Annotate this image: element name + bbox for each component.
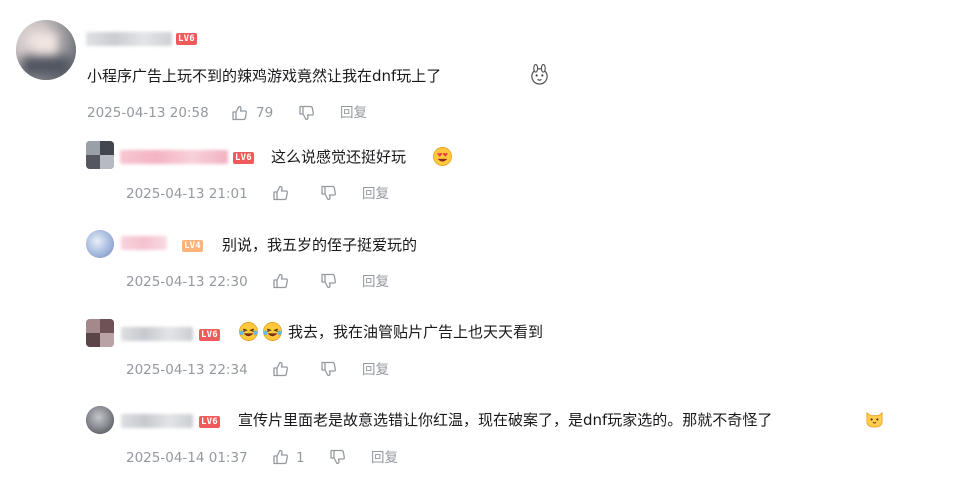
timestamp: 2025-04-13 20:58 (87, 105, 209, 121)
reply-item: LV4 别说，我五岁的侄子挺爱玩的 2025-04-13 22:30 回复 (0, 224, 960, 304)
username[interactable] (121, 327, 193, 341)
crying-laughing-emoji (238, 321, 259, 342)
timestamp: 2025-04-13 21:01 (126, 186, 248, 202)
reply-button[interactable]: 回复 (340, 104, 367, 122)
thumbs-up-icon[interactable] (272, 272, 290, 290)
like-count: 79 (256, 105, 274, 121)
username[interactable] (120, 150, 228, 164)
thumbs-down-icon[interactable] (320, 360, 338, 378)
reply-text: 我去，我在油管贴片广告上也天天看到 (288, 323, 544, 341)
timestamp: 2025-04-13 22:34 (126, 362, 248, 378)
level-badge: LV6 (199, 416, 220, 428)
cat-face-emoji (864, 408, 885, 429)
crying-laughing-emoji (262, 321, 283, 342)
avatar[interactable] (86, 406, 114, 434)
reply-item: LV6 宣传片里面老是故意选错让你红温，现在破案了，是dnf玩家选的。那就不奇怪… (0, 400, 960, 480)
timestamp: 2025-04-13 22:30 (126, 274, 248, 290)
level-badge: LV6 (233, 152, 254, 164)
thumbs-down-icon[interactable] (320, 272, 338, 290)
reply-text: 别说，我五岁的侄子挺爱玩的 (222, 236, 418, 254)
avatar[interactable] (86, 230, 114, 258)
level-badge: LV4 (182, 240, 203, 252)
username[interactable] (121, 236, 167, 250)
thumbs-up-icon[interactable] (272, 184, 290, 202)
reply-text: 宣传片里面老是故意选错让你红温，现在破案了，是dnf玩家选的。那就不奇怪了 (238, 411, 773, 429)
username[interactable] (86, 32, 172, 46)
thumbs-up-icon[interactable] (272, 448, 290, 466)
reply-button[interactable]: 回复 (362, 361, 389, 379)
thumbs-down-icon[interactable] (320, 184, 338, 202)
main-comment: LV6 小程序广告上玩不到的辣鸡游戏竟然让我在dnf玩上了 2025-04-13… (0, 0, 960, 130)
thumbs-up-icon[interactable] (272, 360, 290, 378)
avatar[interactable] (16, 20, 76, 80)
thumbs-down-icon[interactable] (329, 448, 347, 466)
avatar[interactable] (86, 141, 114, 169)
like-count: 1 (296, 450, 305, 466)
rabbit-face-emoji (529, 64, 550, 85)
reply-item: LV6 我去，我在油管贴片广告上也天天看到 2025-04-13 22:34 回… (0, 313, 960, 393)
level-badge: LV6 (199, 329, 220, 341)
heart-eyes-emoji (432, 146, 453, 167)
thumbs-down-icon[interactable] (298, 104, 316, 122)
avatar[interactable] (86, 319, 114, 347)
reply-text: 这么说感觉还挺好玩 (271, 148, 407, 166)
comment-text: 小程序广告上玩不到的辣鸡游戏竟然让我在dnf玩上了 (87, 67, 442, 85)
reply-button[interactable]: 回复 (371, 449, 398, 467)
level-badge: LV6 (176, 33, 197, 45)
timestamp: 2025-04-14 01:37 (126, 450, 248, 466)
reply-button[interactable]: 回复 (362, 273, 389, 291)
username[interactable] (121, 414, 193, 428)
reply-button[interactable]: 回复 (362, 185, 389, 203)
reply-item: LV6 这么说感觉还挺好玩 2025-04-13 21:01 回复 (0, 135, 960, 215)
thumbs-up-icon[interactable] (231, 104, 249, 122)
